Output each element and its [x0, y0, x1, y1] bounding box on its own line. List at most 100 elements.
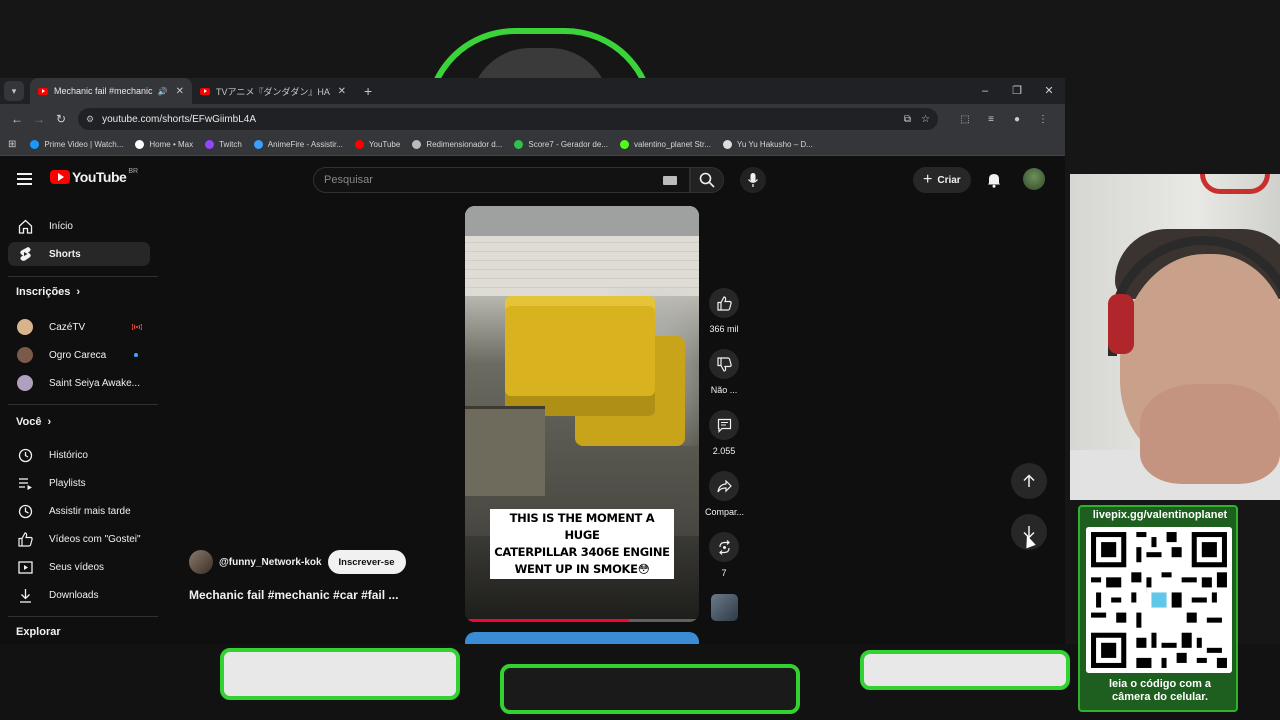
- sidebar-item-watch-later[interactable]: Assistir mais tarde: [8, 499, 150, 523]
- sidebar-item-playlists[interactable]: Playlists: [8, 471, 150, 495]
- youtube-page: YouTube BR Pesquisar + Criar Início Shor…: [0, 156, 1065, 644]
- account-avatar[interactable]: [1023, 168, 1045, 190]
- channel-avatar: [17, 375, 33, 391]
- subscriptions-heading[interactable]: Inscrições ›: [16, 286, 80, 298]
- thumbs-up-icon: [716, 295, 732, 311]
- youtube-play-icon: [50, 170, 70, 184]
- bookmark-item[interactable]: valentino_planet Str...: [619, 140, 711, 149]
- video-caption: THIS IS THE MOMENT A HUGE CATERPILLAR 34…: [490, 509, 674, 579]
- browser-window: ▾ Mechanic fail #mechanic # 🔊 ✕ TVアニメ『ダン…: [0, 78, 1065, 644]
- close-tab-icon[interactable]: ✕: [338, 86, 346, 97]
- microphone-icon: [747, 173, 759, 187]
- short-title[interactable]: Mechanic fail #mechanic #car #fail ...: [189, 588, 398, 602]
- sidebar-item-liked-videos[interactable]: Vídeos com "Gostei": [8, 527, 150, 551]
- sidebar-item-downloads[interactable]: Downloads: [8, 583, 150, 607]
- profile-icon[interactable]: ●: [1004, 114, 1030, 125]
- bookmark-item[interactable]: Home • Max: [135, 140, 193, 149]
- media-control-icon[interactable]: ≡: [978, 114, 1004, 125]
- engine-image: [505, 296, 655, 416]
- tab-dandadan[interactable]: TVアニメ『ダンダダン』HAYASii「Hun ✕: [192, 78, 354, 104]
- sidebar-divider: [8, 276, 158, 277]
- new-tab-button[interactable]: +: [364, 83, 372, 99]
- sidebar-item-your-videos[interactable]: Seus vídeos: [8, 555, 150, 579]
- tab-mechanic-fail[interactable]: Mechanic fail #mechanic # 🔊 ✕: [30, 78, 192, 104]
- comment-icon: [717, 418, 731, 433]
- close-tab-icon[interactable]: ✕: [176, 86, 184, 97]
- voice-search-button[interactable]: [740, 167, 766, 193]
- bookmark-item[interactable]: Yu Yu Hakusho – D...: [722, 140, 813, 149]
- sidebar: Início Shorts Inscrições › CazéTV Ogro C: [0, 206, 160, 644]
- bookmark-item[interactable]: YouTube: [354, 140, 400, 149]
- create-button[interactable]: + Criar: [913, 167, 971, 193]
- audio-thumbnail[interactable]: [711, 594, 738, 621]
- apps-grid-icon[interactable]: ⊞: [8, 139, 16, 150]
- sidebar-item-subscription[interactable]: Saint Seiya Awake...: [8, 371, 150, 395]
- channel-avatar[interactable]: [189, 550, 213, 574]
- youtube-header: YouTube BR Pesquisar + Criar: [0, 156, 1065, 206]
- bookmark-star-icon[interactable]: ☆: [921, 114, 930, 125]
- bookmark-favicon-icon: [722, 140, 732, 149]
- next-short-preview[interactable]: [465, 632, 699, 644]
- chevron-right-icon: ›: [76, 286, 81, 298]
- close-window-icon[interactable]: ✕: [1033, 78, 1065, 104]
- sidebar-divider: [8, 404, 158, 405]
- bookmark-favicon-icon: [253, 140, 263, 149]
- extensions-icon[interactable]: ⬚: [952, 114, 978, 125]
- sidebar-item-home[interactable]: Início: [8, 214, 150, 238]
- menu-icon[interactable]: ⋮: [1030, 114, 1056, 125]
- progress-bar[interactable]: [465, 619, 699, 622]
- share-button[interactable]: Compar...: [705, 471, 744, 517]
- bookmark-favicon-icon: [354, 140, 364, 149]
- short-video-player[interactable]: THIS IS THE MOMENT A HUGE CATERPILLAR 34…: [465, 206, 699, 622]
- site-info-icon[interactable]: ⚙: [86, 114, 94, 125]
- reload-icon[interactable]: ↻: [50, 112, 72, 126]
- tab-search-button[interactable]: ▾: [4, 81, 24, 101]
- bookmark-favicon-icon: [514, 140, 524, 149]
- share-icon: [716, 479, 732, 492]
- sidebar-item-shorts[interactable]: Shorts: [8, 242, 150, 266]
- webcam-overlay: [1070, 174, 1280, 500]
- like-button[interactable]: 366 mil: [705, 288, 743, 334]
- remix-button[interactable]: 7: [705, 532, 743, 578]
- notifications-button[interactable]: [983, 169, 1005, 191]
- bookmark-item[interactable]: Score7 - Gerador de...: [514, 140, 608, 149]
- keyboard-icon[interactable]: [663, 176, 677, 185]
- you-heading[interactable]: Você ›: [16, 416, 51, 428]
- search-input[interactable]: Pesquisar: [313, 167, 690, 193]
- bookmark-item[interactable]: AnimeFire - Assistir...: [253, 140, 343, 149]
- progress-fill: [465, 619, 629, 622]
- explore-heading: Explorar: [16, 626, 61, 638]
- youtube-logo[interactable]: YouTube BR: [50, 168, 138, 185]
- bookmark-item[interactable]: Prime Video | Watch...: [30, 140, 123, 149]
- sidebar-item-subscription[interactable]: CazéTV: [8, 315, 150, 339]
- bookmark-favicon-icon: [412, 140, 422, 149]
- back-icon[interactable]: ←: [6, 112, 28, 126]
- comments-button[interactable]: 2.055: [705, 410, 743, 456]
- forward-icon[interactable]: →: [28, 112, 50, 126]
- thumbs-down-icon: [716, 356, 732, 372]
- channel-name[interactable]: @funny_Network-kok: [219, 557, 322, 568]
- minimize-icon[interactable]: –: [969, 78, 1001, 104]
- dislike-button[interactable]: Não ...: [705, 349, 743, 395]
- bookmark-list: Prime Video | Watch... Home • Max Twitch An…: [30, 140, 824, 149]
- bookmark-item[interactable]: Twitch: [205, 140, 242, 149]
- youtube-favicon-icon: [38, 87, 48, 95]
- bookmark-favicon-icon: [135, 140, 145, 149]
- window-controls: – ❐ ✕: [969, 78, 1065, 104]
- restore-icon[interactable]: ❐: [1001, 78, 1033, 104]
- speaker-icon[interactable]: 🔊: [158, 87, 168, 96]
- qr-code-image: [1086, 527, 1232, 673]
- bookmark-item[interactable]: Redimensionador d...: [412, 140, 502, 149]
- address-bar[interactable]: ⚙ youtube.com/shorts/EFwGiimbL4A ⧉ ☆: [78, 108, 938, 130]
- bookmark-favicon-icon: [619, 140, 629, 149]
- install-app-icon[interactable]: ⧉: [904, 114, 911, 125]
- search-icon: [699, 172, 715, 188]
- subscribe-button[interactable]: Inscrever-se: [327, 550, 406, 574]
- sidebar-item-history[interactable]: Histórico: [8, 443, 150, 467]
- bell-icon: [988, 174, 1000, 188]
- sidebar-item-subscription[interactable]: Ogro Careca: [8, 343, 150, 367]
- search-button[interactable]: [690, 167, 724, 193]
- bookmarks-bar: ⊞ Prime Video | Watch... Home • Max Twitch…: [0, 134, 1065, 156]
- previous-short-button[interactable]: [1011, 463, 1047, 499]
- hamburger-menu-icon[interactable]: [17, 173, 32, 185]
